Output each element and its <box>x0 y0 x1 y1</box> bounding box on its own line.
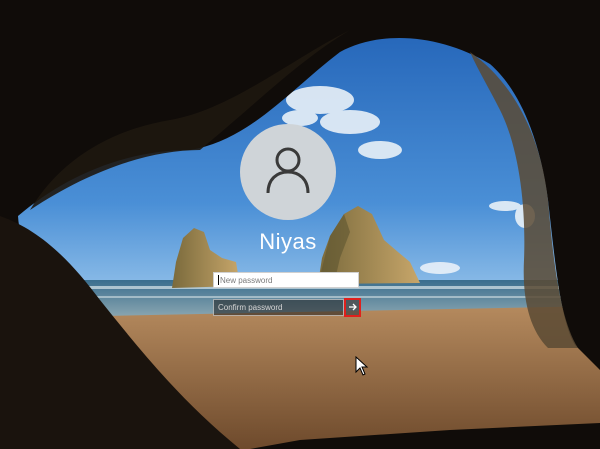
lock-screen-background <box>0 0 600 449</box>
text-caret <box>218 275 219 285</box>
submit-button[interactable] <box>344 298 361 317</box>
user-avatar <box>240 124 336 220</box>
confirm-password-field[interactable]: Confirm password <box>213 299 344 316</box>
mouse-pointer-icon <box>355 355 369 381</box>
username-label: Niyas <box>259 229 317 254</box>
new-password-placeholder: New password <box>220 275 273 285</box>
new-password-field[interactable]: New password <box>213 272 359 288</box>
user-silhouette-icon <box>265 145 311 200</box>
arrow-right-icon <box>348 299 358 317</box>
confirm-password-placeholder: Confirm password <box>218 303 283 312</box>
